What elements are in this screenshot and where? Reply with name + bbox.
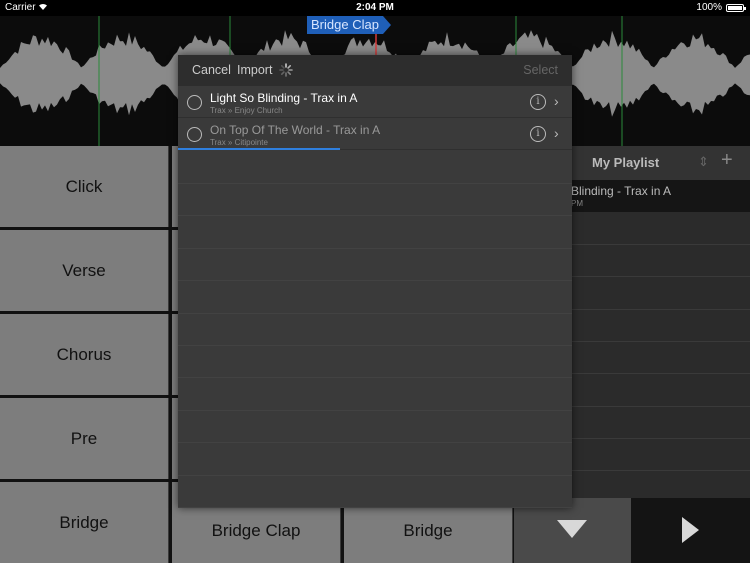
chevron-right-icon[interactable]: ›	[554, 125, 559, 141]
sort-icon[interactable]: ⇕	[698, 154, 709, 170]
play-button[interactable]	[631, 498, 750, 563]
pad-click[interactable]: Click	[0, 146, 169, 227]
select-radio[interactable]	[187, 95, 202, 110]
row-separator	[178, 442, 572, 443]
cancel-button[interactable]: Cancel	[192, 63, 231, 77]
playlist-title: My Playlist	[592, 155, 660, 170]
row-separator	[178, 313, 572, 314]
clock: 2:04 PM	[356, 2, 394, 13]
add-icon[interactable]: +	[721, 149, 733, 172]
import-toolbar: Cancel Import Select	[178, 55, 572, 86]
info-icon[interactable]: i	[530, 126, 546, 142]
cue-marker[interactable]: Bridge Clap	[307, 16, 391, 34]
pad-verse[interactable]: Verse	[0, 230, 169, 311]
row-separator	[178, 280, 572, 281]
download-progress-bar	[178, 148, 340, 150]
row-separator	[178, 248, 572, 249]
row-separator	[178, 377, 572, 378]
select-radio[interactable]	[187, 127, 202, 142]
pad-chorus[interactable]: Chorus	[0, 314, 169, 395]
row-separator	[178, 507, 572, 508]
battery-icon	[726, 3, 746, 12]
info-icon[interactable]: i	[530, 94, 546, 110]
loading-spinner-icon	[279, 63, 293, 77]
import-button[interactable]: Import	[237, 63, 272, 77]
select-button[interactable]: Select	[523, 63, 558, 77]
row-separator	[178, 215, 572, 216]
chevron-right-icon[interactable]: ›	[554, 93, 559, 109]
pad-pre[interactable]: Pre	[0, 398, 169, 479]
status-bar: Carrier 2:04 PM 100%	[0, 0, 750, 16]
row-separator	[178, 345, 572, 346]
row-separator	[178, 475, 572, 476]
row-separator	[178, 183, 572, 184]
battery-percent: 100%	[696, 2, 722, 13]
import-list-item[interactable]: Light So Blinding - Trax in A Trax » Enj…	[178, 86, 572, 118]
pad-bridge[interactable]: Bridge	[0, 482, 169, 563]
import-sheet: Cancel Import Select Light So Blinding -…	[178, 55, 572, 508]
import-list-item[interactable]: On Top Of The World - Trax in A Trax » C…	[178, 118, 572, 150]
row-separator	[178, 410, 572, 411]
play-icon	[682, 517, 699, 543]
